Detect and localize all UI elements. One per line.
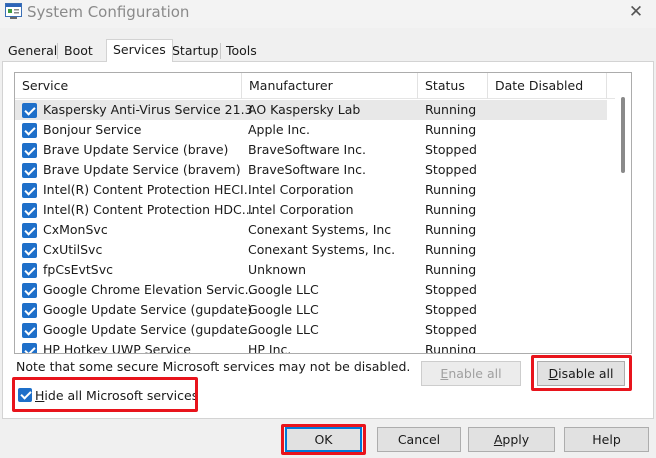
table-row[interactable]: Bonjour Service Apple Inc. Running [15,120,607,140]
checkbox-checked-icon[interactable] [22,263,37,278]
button-label: pply [502,432,530,447]
help-button[interactable]: Help [564,427,649,452]
column-header-date-disabled[interactable]: Date Disabled [488,73,607,99]
status-cell: Stopped [425,142,477,157]
vertical-scrollbar[interactable] [615,73,631,353]
column-header-status[interactable]: Status [418,73,488,99]
column-header-service[interactable]: Service [15,73,242,99]
table-row[interactable]: Brave Update Service (brave) BraveSoftwar… [15,140,607,160]
tab-startup[interactable]: Startup [167,41,223,61]
status-cell: Running [425,222,477,237]
table-row[interactable]: Google Update Service (gupdate... Google … [15,320,607,340]
manufacturer-cell: Intel Corporation [248,182,354,197]
table-row[interactable]: CxUtilSvc Conexant Systems, Inc. Running [15,240,607,260]
column-header-manufacturer[interactable]: Manufacturer [242,73,418,99]
checkbox-checked-icon[interactable] [22,103,37,118]
status-cell: Running [425,242,477,257]
tab-boot[interactable]: Boot [59,41,98,61]
cancel-button[interactable]: Cancel [377,427,461,452]
close-icon[interactable]: ✕ [624,0,648,24]
services-list[interactable]: Service Manufacturer Status Date Disable… [14,72,632,354]
status-cell: Stopped [425,322,477,337]
status-cell: Running [425,342,477,354]
table-row[interactable]: fpCsEvtSvc Unknown Running [15,260,607,280]
manufacturer-cell: Google LLC [248,302,319,317]
list-rows: Kaspersky Anti-Virus Service 21.3 AO Kasp… [15,100,615,354]
table-row[interactable]: Intel(R) Content Protection HECI... Intel… [15,180,607,200]
service-name-cell: Google Update Service (gupdate) [43,302,253,317]
note-text: Note that some secure Microsoft services… [16,359,411,374]
apply-button[interactable]: Apply [468,427,555,452]
tab-strip: General Boot Services Startup Tools [0,39,656,62]
service-name-cell: Google Chrome Elevation Servic... [43,282,253,297]
status-cell: Running [425,102,477,117]
tab-general[interactable]: General [3,41,62,61]
checkbox-checked-icon[interactable] [22,163,37,178]
manufacturer-cell: Google LLC [248,322,319,337]
status-cell: Running [425,262,477,277]
checkbox-checked-icon[interactable] [22,283,37,298]
list-header: Service Manufacturer Status Date Disable… [15,73,615,99]
table-row[interactable]: CxMonSvc Conexant Systems, Inc Running [15,220,607,240]
service-name-cell: CxMonSvc [43,222,108,237]
service-name-cell: Google Update Service (gupdate... [43,322,253,337]
button-label: nable all [448,366,502,381]
table-row[interactable]: Intel(R) Content Protection HDC... Intel … [15,200,607,220]
window-title: System Configuration [27,3,190,21]
tab-divider [220,43,221,59]
service-name-cell: Intel(R) Content Protection HECI... [43,182,253,197]
checkbox-checked-icon[interactable] [22,123,37,138]
service-name-cell: Brave Update Service (bravem) [43,162,241,177]
highlight-hide-microsoft-services [12,377,198,412]
status-cell: Running [425,182,477,197]
table-row[interactable]: HP Hotkey UWP Service HP Inc. Running [15,340,607,354]
tab-divider [57,43,58,59]
checkbox-checked-icon[interactable] [22,223,37,238]
service-name-cell: Kaspersky Anti-Virus Service 21.3 [43,102,253,117]
table-row[interactable]: Kaspersky Anti-Virus Service 21.3 AO Kasp… [15,100,607,120]
manufacturer-cell: Google LLC [248,282,319,297]
checkbox-checked-icon[interactable] [22,323,37,338]
manufacturer-cell: BraveSoftware Inc. [248,162,366,177]
service-name-cell: Brave Update Service (brave) [43,142,229,157]
status-cell: Running [425,122,477,137]
checkbox-checked-icon[interactable] [22,183,37,198]
manufacturer-cell: Conexant Systems, Inc. [248,242,396,257]
status-cell: Stopped [425,162,477,177]
enable-all-button[interactable]: Enable all [421,361,521,386]
service-name-cell: Intel(R) Content Protection HDC... [43,202,253,217]
manufacturer-cell: Apple Inc. [248,122,311,137]
checkbox-checked-icon[interactable] [22,343,37,353]
checkbox-checked-icon[interactable] [22,143,37,158]
manufacturer-cell: Unknown [248,262,307,277]
checkbox-checked-icon[interactable] [22,243,37,258]
manufacturer-cell: AO Kaspersky Lab [248,102,361,117]
status-cell: Stopped [425,302,477,317]
status-cell: Stopped [425,282,477,297]
highlight-disable-all [531,355,632,391]
manufacturer-cell: Conexant Systems, Inc [248,222,392,237]
table-row[interactable]: Google Update Service (gupdate) Google LL… [15,300,607,320]
highlight-ok [281,424,366,455]
manufacturer-cell: Intel Corporation [248,202,354,217]
service-name-cell: CxUtilSvc [43,242,103,257]
scrollbar-thumb[interactable] [621,97,625,173]
checkbox-checked-icon[interactable] [22,303,37,318]
table-row[interactable]: Brave Update Service (bravem) BraveSoftwa… [15,160,607,180]
service-name-cell: HP Hotkey UWP Service [43,342,191,354]
table-row[interactable]: Google Chrome Elevation Servic... Google … [15,280,607,300]
tab-services[interactable]: Services [106,39,173,62]
manufacturer-cell: BraveSoftware Inc. [248,142,366,157]
msconfig-icon [5,3,22,19]
tab-tools[interactable]: Tools [221,41,262,61]
service-name-cell: Bonjour Service [43,122,142,137]
manufacturer-cell: HP Inc. [248,342,292,354]
checkbox-checked-icon[interactable] [22,203,37,218]
status-cell: Running [425,202,477,217]
title-bar: System Configuration ✕ [0,0,656,28]
service-name-cell: fpCsEvtSvc [43,262,113,277]
